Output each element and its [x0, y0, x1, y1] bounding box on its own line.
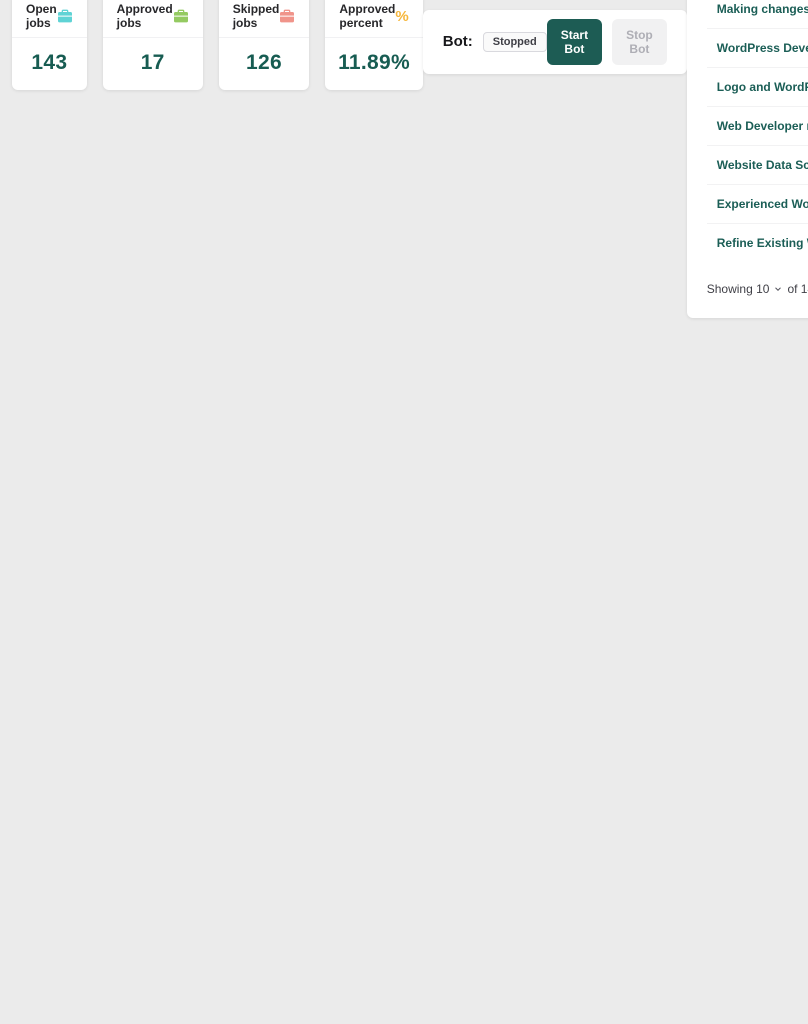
job-row: Refine Existing Website Design in Figma … [707, 223, 808, 262]
stat-card-approved-jobs: Approved jobs 17 [103, 0, 203, 90]
start-bot-button[interactable]: Start Bot [547, 19, 602, 65]
bot-status-badge: Stopped [483, 32, 547, 52]
stat-label: Approved percent [339, 2, 395, 30]
dashboard-page: Open jobs 143 Approved jobs 17 Skipped j… [0, 30, 808, 56]
job-title: Web Developer needed for Interior Design… [717, 119, 808, 133]
stat-value: 126 [219, 38, 310, 90]
percent-icon: % [395, 8, 408, 25]
job-title-link[interactable]: WordPress Developer Needed for Website O… [717, 41, 808, 55]
chevron-down-icon[interactable] [773, 284, 783, 294]
job-row: Web Developer needed for Interior Design… [707, 106, 808, 145]
stat-value: 11.89% [325, 38, 422, 90]
job-title-link[interactable]: Refine Existing Website Design in Figma … [717, 236, 808, 250]
stats-row: Open jobs 143 Approved jobs 17 Skipped j… [12, 0, 423, 90]
stat-value: 143 [12, 38, 87, 90]
job-title: Website Data Scrapping and Data Entry [717, 158, 808, 172]
stat-value: 17 [103, 38, 203, 90]
stat-card-approved-percent: Approved percent % 11.89% [325, 0, 422, 90]
job-title: WordPress Developer Needed for Website O… [717, 41, 808, 55]
job-row: Experienced WordPress Developer & Design… [707, 184, 808, 223]
showing-count: Showing 10 [707, 282, 770, 296]
job-row: Website Data Scrapping and Data Entry $6… [707, 145, 808, 184]
job-title: Making changes to existing WordPress Tem… [717, 2, 808, 16]
briefcase-icon [279, 8, 295, 24]
jobs-entries-summary: Showing 10 of 143 entries [707, 282, 808, 296]
entries-total: of 143 entries [787, 282, 808, 296]
stat-card-open-jobs: Open jobs 143 [12, 0, 87, 90]
job-title-link[interactable]: Making changes to existing WordPress Tem… [717, 2, 808, 16]
bot-label: Bot: [443, 33, 473, 50]
job-title: Refine Existing Website Design in Figma … [717, 236, 808, 250]
job-title-link[interactable]: Experienced WordPress Developer & Design… [717, 197, 808, 211]
job-row: Making changes to existing WordPress Tem… [707, 0, 808, 28]
stat-label: Open jobs [26, 2, 57, 30]
job-title-link[interactable]: Web Developer needed for Interior Design… [717, 119, 808, 133]
stat-card-skipped-jobs: Skipped jobs 126 [219, 0, 310, 90]
job-row: Logo and WordPress Website Design $500 7… [707, 67, 808, 106]
job-title-link[interactable]: Logo and WordPress Website Design [717, 80, 808, 94]
briefcase-icon [173, 8, 189, 24]
jobs-panel: Jobs Potential BID: All Title Budget Pub… [687, 0, 808, 318]
jobs-table: Title Budget Published Client Rating Hir… [707, 0, 808, 262]
job-row: WordPress Developer Needed for Website O… [707, 28, 808, 67]
stat-label: Approved jobs [117, 2, 173, 30]
bot-panel: Bot: Stopped Start Bot Stop Bot [423, 10, 687, 74]
stat-label: Skipped jobs [233, 2, 280, 30]
briefcase-icon [57, 8, 73, 24]
job-title: Logo and WordPress Website Design [717, 80, 808, 94]
job-title-link[interactable]: Website Data Scrapping and Data Entry [717, 158, 808, 172]
job-title: Experienced WordPress Developer & Design… [717, 197, 808, 211]
stop-bot-button[interactable]: Stop Bot [612, 19, 667, 65]
